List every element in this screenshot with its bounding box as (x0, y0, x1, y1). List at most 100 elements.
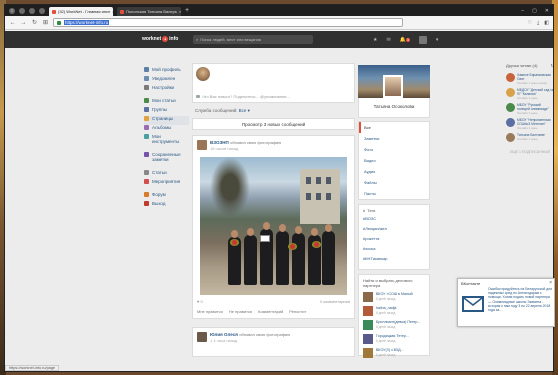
friend-item[interactable]: Хамесе Биранковская Свят Онлайн 1 день на… (506, 73, 553, 88)
window-menu-icon[interactable]: ≡ (9, 7, 15, 14)
tag-link[interactable]: #рокетта (363, 236, 425, 246)
profile-tab-video[interactable]: Видео (359, 155, 429, 166)
chevron-down-icon[interactable]: ▾ (436, 37, 439, 43)
forward-icon[interactable]: → (20, 20, 27, 26)
tag-link[interactable]: #Лекции/жел (363, 226, 425, 236)
menu-item-profile[interactable]: Мой профиль (144, 67, 189, 76)
menu-item-exit[interactable]: Выход (144, 201, 189, 210)
tab-worknet[interactable]: (32) WorkNet - Главная инсп × (49, 7, 113, 16)
forum-icon (144, 192, 149, 197)
url-text[interactable]: https://worknet-info.ru (64, 20, 110, 25)
close-icon[interactable]: × (549, 280, 552, 286)
notification-popup[interactable]: ВКонтакте × Ошибки придуйтесь на Беларус… (457, 278, 555, 327)
maximize-icon[interactable]: ▢ (532, 8, 537, 14)
friend-item[interactable]: МБДОУ "Детский сад № 97 "Калинка" Онлайн … (506, 88, 553, 103)
menu-item-my-articles[interactable]: Мои статьи (144, 98, 189, 107)
user-avatar[interactable] (418, 36, 427, 44)
gear-icon (144, 85, 149, 90)
worknet-favicon-icon (120, 9, 124, 14)
menu-item-articles[interactable]: Статьи (144, 170, 189, 179)
post-time[interactable]: 16 часов назад (210, 146, 281, 151)
user-icon (144, 67, 149, 72)
dislike-button[interactable]: Не нравится (229, 309, 252, 314)
tag-link[interactable]: #ВОЗС (363, 216, 425, 226)
post-time[interactable]: 1 4 часа назад (210, 338, 290, 343)
feed-filter-value[interactable]: Все ▾ (239, 108, 250, 113)
address-bar[interactable]: https://worknet-info.ru (53, 18, 403, 27)
extensions-icon[interactable]: ◧ (544, 20, 549, 26)
menu-item-tools[interactable]: Мои инструменты (144, 134, 189, 148)
post-composer[interactable]: Что Вас нового? Поделитесь... @упоминани… (192, 63, 355, 103)
friend-item[interactable]: Татьяна Балтиеве Онлайн 1 день (506, 133, 553, 148)
back-icon[interactable]: ← (9, 20, 16, 26)
friend-item[interactable]: МБОУ "Непроменным СОШ№3 Метелин" Онлайн 1… (506, 118, 553, 133)
profile-tab-all[interactable]: Все (359, 122, 429, 133)
feed-filter[interactable]: Службa сообщений: Все ▾ (192, 106, 355, 116)
menu-item-pages[interactable]: Страницы (144, 116, 189, 125)
share-button[interactable]: Репостит (289, 309, 306, 314)
notifications-icon[interactable]: 🔔3 (400, 37, 410, 43)
post-author[interactable]: ВЗОЗНП (210, 140, 229, 145)
profile-tab-audio[interactable]: Аудио (359, 166, 429, 177)
chrome-icon[interactable] (29, 7, 35, 14)
profile-avatar[interactable] (383, 75, 403, 98)
post-author-avatar[interactable] (197, 332, 207, 342)
menu-item-events[interactable]: Мероприятия (144, 179, 189, 188)
menu-item-saved-notes[interactable]: Сохраненные заметки (144, 152, 189, 166)
messages-icon[interactable]: ✉ (386, 37, 390, 43)
composer-input[interactable]: Что Вас нового? Поделитесь... @упоминани… (196, 94, 290, 99)
mail-icon (462, 296, 484, 312)
close-tab-icon[interactable]: × (112, 9, 113, 14)
more-friends-link[interactable]: ЕЩЕ 1 ПОДПИСАННЫЙ (506, 150, 553, 154)
article-icon (144, 98, 149, 103)
post-comments-count[interactable]: 0 комментариев (320, 299, 350, 304)
window-controls: – ▢ ✕ (521, 8, 553, 14)
friends-header: Друзья читаю (4) (506, 63, 538, 68)
menu-item-notifications[interactable]: Уведомлен (144, 76, 189, 85)
friend-item[interactable]: МБОУ "Русский полицей олимпиаде" Онлайн 1… (506, 103, 553, 118)
partner-item[interactable]: halina_nadja 6 дней назад (363, 306, 425, 320)
comment-button[interactable]: Комментарий (258, 309, 283, 314)
close-window-icon[interactable]: ✕ (545, 8, 549, 14)
like-button[interactable]: Мне нравится (197, 309, 223, 314)
composer-avatar (196, 67, 210, 81)
new-tab-button[interactable]: + (185, 6, 189, 15)
profile-name[interactable]: Татьяна Осоколова (358, 98, 430, 118)
back-history-icon[interactable] (19, 7, 25, 14)
search-input[interactable]: ⌕ Поиск людей, мест или вещания (193, 35, 313, 44)
show-new-posts-button[interactable]: Просмотр 3 новых сообщений (192, 118, 355, 130)
bookmark-icon[interactable]: ♡ (528, 20, 532, 26)
tag-link[interactable]: #КНТиканкар (363, 256, 425, 266)
star-icon[interactable]: ★ (373, 37, 377, 43)
menu-item-forum[interactable]: Форум (144, 192, 189, 201)
partner-item[interactable]: ВКОУ «СОШ в Малый 6 дней назад (363, 292, 425, 306)
profile-tab-files[interactable]: Файлы (359, 177, 429, 188)
site-logo[interactable]: worknet ● info (142, 36, 178, 42)
partner-item[interactable]: ВКОУ(З) з ВЗД... 6 дней назад (363, 348, 425, 362)
profile-tab-notes[interactable]: Заметки (359, 133, 429, 144)
close-tab-icon[interactable]: × (179, 9, 181, 14)
group-icon (144, 107, 149, 112)
profile-tab-pastes[interactable]: Пасты (359, 188, 429, 199)
minimize-icon[interactable]: – (521, 8, 524, 14)
menu-item-albums[interactable]: Альбомы (144, 125, 189, 134)
camera-icon[interactable] (196, 95, 200, 98)
opera-icon[interactable] (39, 7, 45, 14)
logo-text: worknet (142, 36, 162, 42)
apps-icon[interactable]: ⊞ (42, 19, 49, 26)
tab-profile[interactable]: Полонская Татьяна Валерь × (117, 7, 181, 16)
tab-strip: ≡ (32) WorkNet - Главная инсп × Полонска… (5, 5, 553, 16)
partner-item[interactable]: Городицкая Тетер... 6 дней назад (363, 334, 425, 348)
partner-item[interactable]: Бриллиант(девса) Петер... 6 дней назад (363, 320, 425, 334)
menu-item-groups[interactable]: Группы (144, 107, 189, 116)
download-icon[interactable]: ⤓ (537, 20, 539, 26)
post-photo[interactable] (200, 157, 347, 295)
refresh-icon[interactable]: ↻ (551, 63, 553, 68)
post-author-avatar[interactable] (197, 140, 207, 150)
menu-item-settings[interactable]: Настройки (144, 85, 189, 94)
profile-tab-photos[interactable]: Фото (359, 144, 429, 155)
post-author[interactable]: Юлия Олеся (210, 332, 238, 337)
site-header: worknet ● info ⌕ Поиск людей, мест или в… (5, 31, 553, 48)
tag-link[interactable]: #хоска (363, 246, 425, 256)
reload-icon[interactable]: ↻ (31, 19, 38, 26)
